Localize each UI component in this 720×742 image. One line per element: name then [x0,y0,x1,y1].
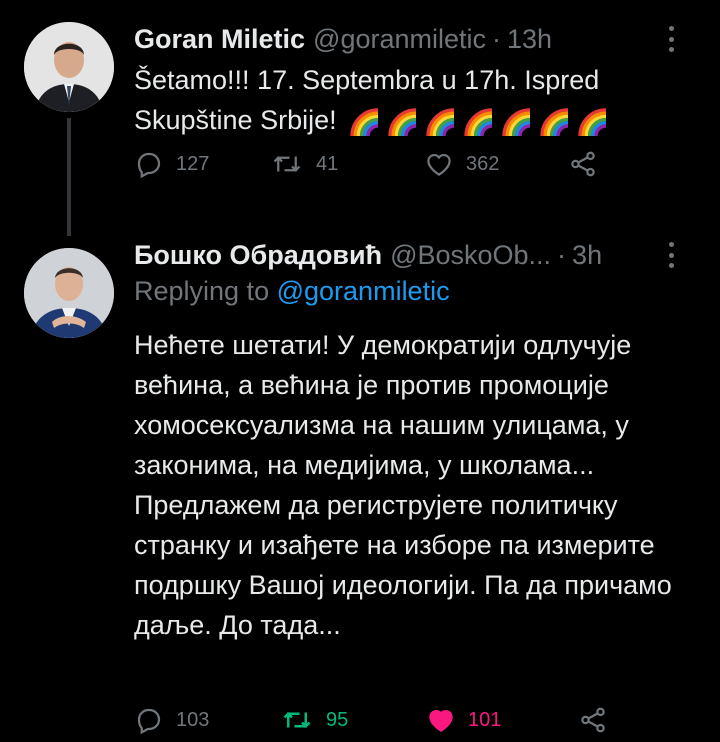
share-button[interactable] [568,149,598,179]
tweet-header: Бошко Обрадовић @BoskoOb... · 3h [134,236,700,274]
retweet-button[interactable]: 41 [270,149,338,179]
like-icon [427,153,451,176]
author-handle[interactable]: @goranmiletic [313,24,486,55]
tweet[interactable]: Goran Miletic @goranmiletic · 13h Šetamo… [0,0,720,236]
reply-icon [137,152,161,179]
share-icon [571,151,595,177]
tweet-text: Нећете шетати! У демократији одлучује ве… [134,330,672,640]
tweet[interactable]: Бошко Обрадовић @BoskoOb... · 3h Replyin… [0,232,720,742]
separator-dot: · [492,23,501,54]
timestamp[interactable]: 3h [572,240,602,271]
like-button[interactable]: 362 [424,149,499,179]
retweet-count: 95 [326,708,349,731]
retweet-icon [283,711,311,729]
more-options-icon[interactable] [668,242,674,268]
rainbow-icon [350,108,379,137]
retweet-count: 41 [316,152,339,175]
avatar[interactable] [24,248,114,338]
rainbow-icon [540,108,569,137]
rainbow-icon [464,108,493,137]
like-icon [429,709,453,732]
like-count: 101 [468,708,502,731]
replying-to: Replying to @goranmiletic [134,276,450,307]
reply-button[interactable]: 127 [134,149,209,179]
retweet-button[interactable]: 95 [280,705,348,735]
author-name[interactable]: Бошко Обрадовић [134,240,382,271]
share-icon [581,707,605,733]
reply-icon [137,708,161,735]
thread-line [67,118,71,236]
mention-link[interactable]: @goranmiletic [277,276,450,306]
tweet-header: Goran Miletic @goranmiletic · 13h [134,20,700,58]
retweet-icon [273,156,301,172]
share-button[interactable] [578,705,608,735]
tweet-text: Šetamo!!! 17. Septembra u 17h. Ispred Sk… [134,60,694,140]
like-button[interactable]: 101 [426,705,501,735]
reply-count: 127 [176,152,210,175]
like-count: 362 [466,152,500,175]
reply-button[interactable]: 103 [134,705,209,735]
rainbow-icon [578,108,607,137]
more-options-icon[interactable] [668,26,674,52]
timestamp[interactable]: 13h [507,24,552,55]
emoji-group [344,105,610,137]
replying-to-label: Replying to [134,276,270,306]
author-handle[interactable]: @BoskoOb... [390,240,551,271]
avatar[interactable] [24,22,114,112]
separator-dot: · [557,239,567,270]
rainbow-icon [502,108,531,137]
rainbow-icon [426,108,455,137]
reply-count: 103 [176,708,210,731]
rainbow-icon [388,108,417,137]
author-name[interactable]: Goran Miletic [134,24,305,55]
